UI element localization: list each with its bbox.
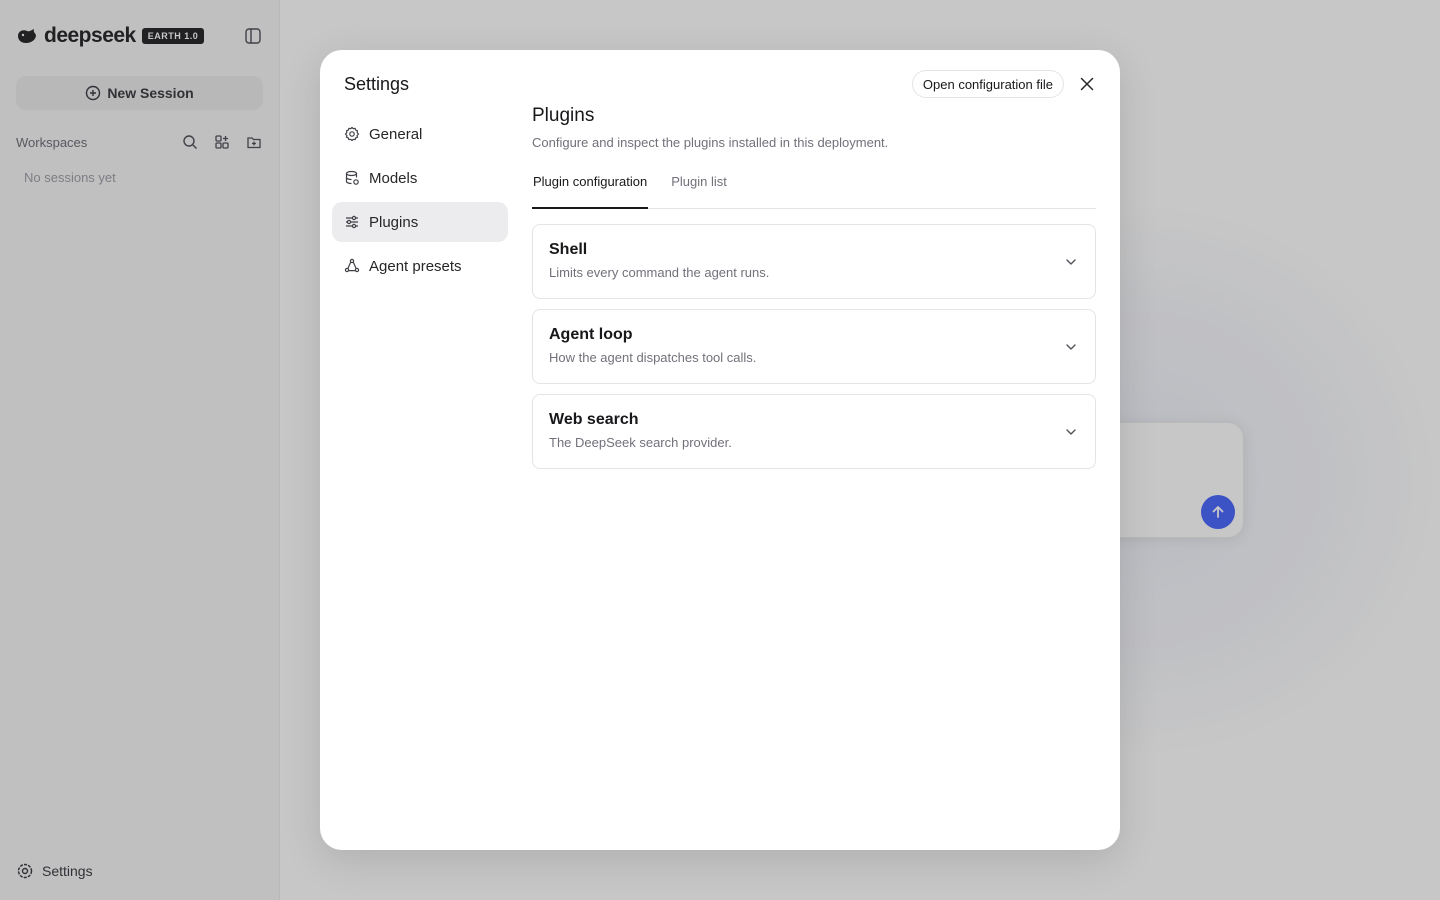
settings-modal: Settings General Models Plugins Agent pr… [320,50,1120,850]
section-description: Configure and inspect the plugins instal… [532,135,889,150]
chevron-down-icon[interactable] [1063,424,1079,440]
nav-label-general: General [369,125,423,143]
nav-item-general[interactable]: General [332,114,508,154]
agent-cycle-icon [344,258,360,273]
nav-item-models[interactable]: Models [332,158,508,198]
tab-plugin-list[interactable]: Plugin list [670,170,728,209]
nav-item-agent-presets[interactable]: Agent presets [332,246,508,286]
nav-item-plugins[interactable]: Plugins [332,202,508,242]
database-icon [345,170,359,185]
close-icon[interactable] [1078,75,1096,93]
gear-icon [344,126,360,142]
plugin-card-shell[interactable]: Shell Limits every command the agent run… [532,224,1096,299]
plugin-cards: Shell Limits every command the agent run… [532,224,1096,469]
plugin-tabs: Plugin configuration Plugin list [532,170,1096,209]
nav-label-agent-presets: Agent presets [369,257,462,275]
card-description: How the agent dispatches tool calls. [549,350,757,365]
chevron-down-icon[interactable] [1063,254,1079,270]
chevron-down-icon[interactable] [1063,339,1079,355]
card-title: Agent loop [549,326,633,343]
top-actions: Open configuration file [911,70,1096,98]
card-title: Web search [549,411,639,428]
modal-title: Settings [344,74,410,94]
section-title: Plugins [532,105,595,126]
settings-nav: Settings General Models Plugins Agent pr… [320,50,520,850]
plugin-card-agent-loop[interactable]: Agent loop How the agent dispatches tool… [532,309,1096,384]
open-config-button[interactable]: Open configuration file [911,70,1064,98]
plugin-card-web-search[interactable]: Web search The DeepSeek search provider. [532,394,1096,469]
nav-label-plugins: Plugins [369,213,419,231]
card-description: The DeepSeek search provider. [549,435,732,450]
card-title: Shell [549,241,588,258]
card-description: Limits every command the agent runs. [549,265,770,280]
settings-content: Open configuration file Plugins Configur… [520,50,1120,850]
nav-label-models: Models [369,169,418,187]
sliders-icon [346,215,358,229]
tab-plugin-configuration[interactable]: Plugin configuration [532,170,649,209]
